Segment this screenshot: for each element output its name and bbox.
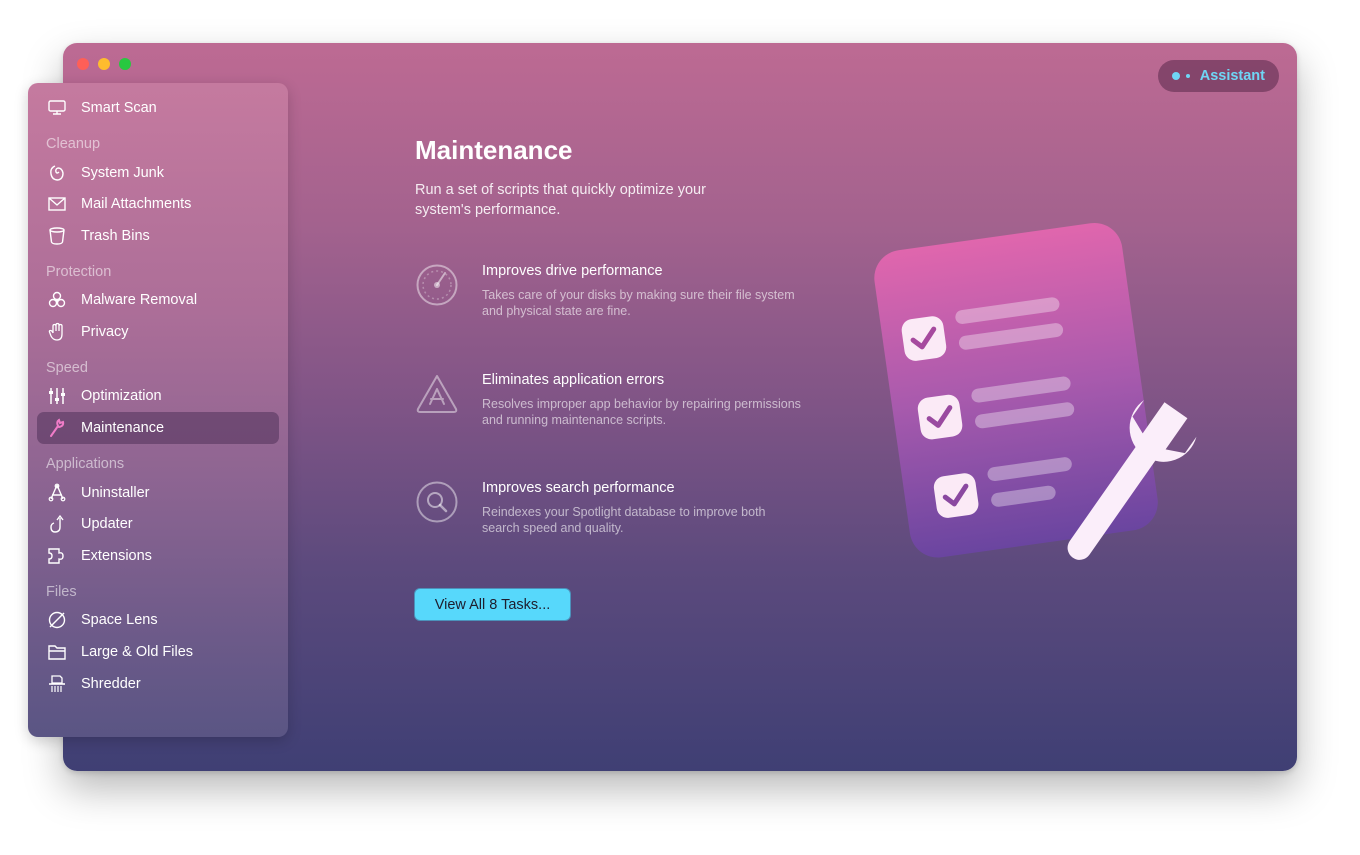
assistant-button[interactable]: Assistant [1157,60,1279,92]
page-title: Maintenance [415,135,573,165]
mail-icon [45,194,69,214]
sidebar-item-label: Mail Attachments [81,196,192,212]
sidebar-item-updater[interactable]: Updater [37,508,279,540]
sidebar-item-malware-removal[interactable]: Malware Removal [37,284,279,316]
sidebar-item-shredder[interactable]: Shredder [37,668,279,700]
sidebar-item-label: Updater [81,516,133,532]
sidebar-item-label: Optimization [81,388,162,404]
feature-description: Resolves improper app behavior by repair… [482,397,801,427]
sidebar-item-label: Malware Removal [81,292,198,308]
page-subtitle: Run a set of scripts that quickly optimi… [415,182,706,218]
sidebar-item-optimization[interactable]: Optimization [37,380,279,412]
update-arrow-icon [45,514,69,534]
sidebar-heading-speed: Speed [46,360,88,376]
assistant-dot-small [1185,74,1190,78]
trash-bin-icon [45,226,69,246]
sidebar: Smart Scan Cleanup System Junk Mail Atta… [28,83,288,737]
sidebar-item-privacy[interactable]: Privacy [37,316,279,348]
sidebar-item-label: Large & Old Files [81,644,194,660]
feature-description: Reindexes your Spotlight database to imp… [482,505,766,535]
feature-description: Takes care of your disks by making sure … [482,288,795,318]
sidebar-item-extensions[interactable]: Extensions [37,540,279,572]
feature-title: Eliminates application errors [482,372,665,388]
view-all-tasks-button[interactable]: View All 8 Tasks... [414,588,571,621]
shredder-icon [45,674,69,694]
sidebar-item-label: Space Lens [81,612,158,628]
planet-icon [45,610,69,630]
sidebar-heading-protection: Protection [46,264,112,280]
sidebar-item-maintenance[interactable]: Maintenance [37,412,279,444]
checkbox-icon [901,316,947,361]
gauge-icon [416,264,458,306]
sidebar-item-label: Maintenance [81,420,165,436]
minimize-window-button[interactable] [98,58,110,70]
sidebar-item-label: Extensions [81,548,152,564]
monitor-icon [45,98,69,118]
sidebar-item-space-lens[interactable]: Space Lens [37,604,279,636]
sidebar-item-label: System Junk [81,165,164,181]
sidebar-item-system-junk[interactable]: System Junk [37,157,279,189]
sidebar-item-label: Privacy [81,324,129,340]
sidebar-item-label: Uninstaller [81,485,150,501]
checkbox-icon [933,473,979,518]
sidebar-item-uninstaller[interactable]: Uninstaller [37,477,279,509]
sidebar-heading-cleanup: Cleanup [46,136,101,152]
sidebar-item-large-old-files[interactable]: Large & Old Files [37,636,279,668]
traffic-lights [77,58,131,70]
biohazard-icon [45,290,69,310]
app-store-triangle-icon [416,375,458,413]
sliders-icon [45,386,69,406]
uninstaller-icon [45,483,69,503]
sidebar-heading-applications: Applications [46,456,125,472]
sidebar-item-smart-scan[interactable]: Smart Scan [37,92,279,124]
search-icon [416,481,458,523]
checklist-with-wrench-illustration [874,222,1197,560]
sidebar-item-label: Shredder [81,676,141,692]
sidebar-item-label: Smart Scan [81,100,157,116]
sidebar-item-label: Trash Bins [81,228,150,244]
checkbox-icon [917,394,963,440]
zoom-window-button[interactable] [119,58,131,70]
sidebar-item-mail-attachments[interactable]: Mail Attachments [37,188,279,220]
feature-title: Improves drive performance [482,263,663,279]
hand-icon [45,322,69,342]
assistant-label: Assistant [1199,68,1265,84]
close-window-button[interactable] [77,58,89,70]
folder-icon [45,642,69,662]
system-junk-icon [45,163,69,183]
feature-title: Improves search performance [482,480,675,496]
wrench-icon [45,418,69,438]
puzzle-icon [45,546,69,566]
sidebar-heading-files: Files [46,584,77,600]
sidebar-item-trash-bins[interactable]: Trash Bins [37,220,279,252]
assistant-dots-icon [1171,72,1180,80]
